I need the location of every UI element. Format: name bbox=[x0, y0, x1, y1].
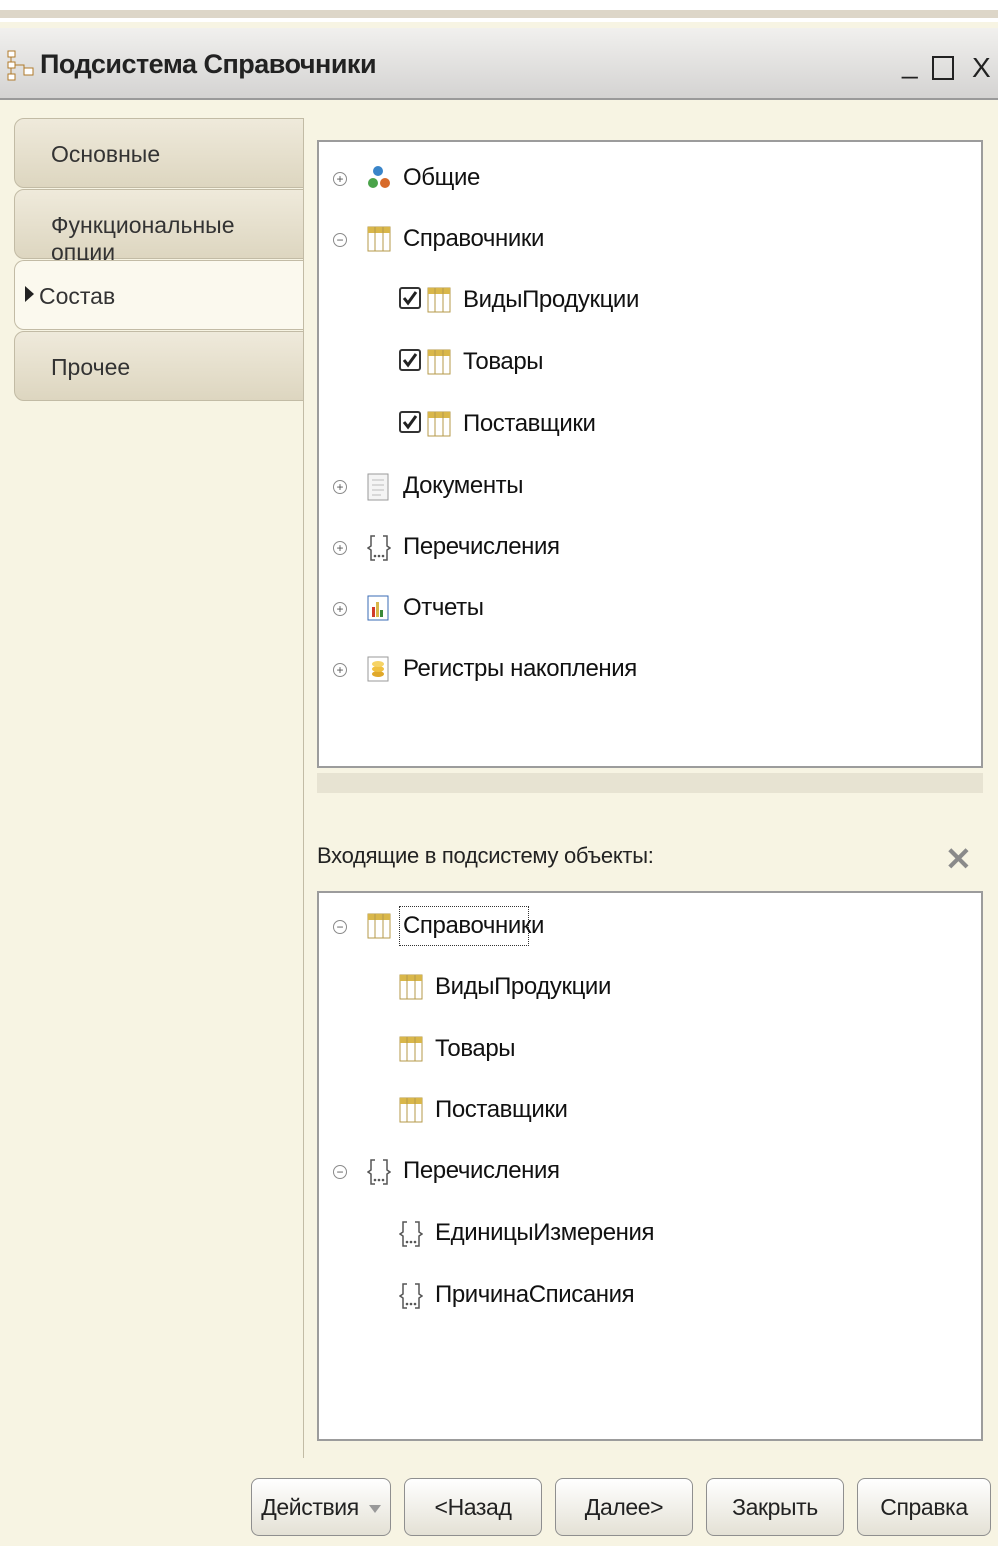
back-button[interactable]: <Назад bbox=[404, 1478, 542, 1536]
panel-splitter[interactable] bbox=[317, 773, 983, 793]
top-divider bbox=[0, 10, 998, 18]
title-bar: Подсистема Справочники _ X bbox=[0, 28, 998, 100]
expand-icon[interactable]: + bbox=[333, 480, 347, 494]
tree-node-label: Товары bbox=[463, 348, 544, 375]
common-objects-icon bbox=[368, 166, 390, 188]
tree-node-label: Перечисления bbox=[403, 533, 560, 560]
active-tab-marker-icon bbox=[25, 286, 34, 302]
tab-osnovnye[interactable]: Основные bbox=[14, 118, 304, 188]
included-objects-label: Входящие в подсистему объекты: bbox=[317, 843, 654, 868]
expand-icon[interactable]: + bbox=[333, 663, 347, 677]
collapse-icon[interactable]: − bbox=[333, 233, 347, 247]
included-objects-tree[interactable]: − Справочники ВидыПродукции Товары Поста… bbox=[317, 891, 983, 1441]
enum-icon bbox=[399, 1283, 423, 1309]
catalog-icon bbox=[427, 349, 451, 375]
next-button[interactable]: Далее> bbox=[555, 1478, 693, 1536]
tab-label: Основные bbox=[51, 141, 161, 167]
report-icon bbox=[367, 595, 389, 621]
catalog-icon bbox=[427, 287, 451, 313]
metadata-tree[interactable]: + Общие − Справочники ВидыПродукции Това… bbox=[317, 140, 983, 768]
tree-node-label: ВидыПродукции bbox=[435, 973, 611, 1000]
tree-node-label: Поставщики bbox=[463, 410, 596, 437]
catalog-icon bbox=[427, 411, 451, 437]
tree-node-label: Справочники bbox=[403, 912, 544, 939]
tab-list: Основные Функциональные опции Состав Про… bbox=[14, 118, 304, 402]
close-window-button[interactable]: X bbox=[972, 52, 991, 84]
include-checkbox[interactable] bbox=[399, 349, 421, 371]
tab-prochee[interactable]: Прочее bbox=[14, 331, 304, 401]
catalog-icon bbox=[367, 226, 391, 252]
chevron-down-icon bbox=[368, 1504, 381, 1513]
tree-node-label: ПричинаСписания bbox=[435, 1281, 635, 1308]
enum-icon bbox=[367, 535, 391, 561]
checkmark-icon bbox=[402, 353, 418, 368]
catalog-icon bbox=[399, 974, 423, 1000]
tree-node-label: Поставщики bbox=[435, 1096, 568, 1123]
tree-node-label: Регистры накопления bbox=[403, 655, 637, 682]
tree-node-label: ВидыПродукции bbox=[463, 286, 639, 313]
tree-node-label: Документы bbox=[403, 472, 524, 499]
catalog-icon bbox=[399, 1097, 423, 1123]
catalog-icon bbox=[399, 1036, 423, 1062]
include-checkbox[interactable] bbox=[399, 287, 421, 309]
expand-icon[interactable]: + bbox=[333, 602, 347, 616]
checkmark-icon bbox=[402, 415, 418, 430]
tree-node-label: ЕдиницыИзмерения bbox=[435, 1219, 655, 1246]
expand-icon[interactable]: + bbox=[333, 541, 347, 555]
minimize-button[interactable]: _ bbox=[902, 48, 918, 80]
tree-node-label: Перечисления bbox=[403, 1157, 560, 1184]
remove-icon[interactable]: ✕ bbox=[945, 840, 972, 878]
catalog-icon bbox=[367, 913, 391, 939]
tab-label: Функциональные опции bbox=[51, 212, 235, 265]
close-button[interactable]: Закрыть bbox=[706, 1478, 844, 1536]
actions-label: Действия bbox=[261, 1494, 359, 1520]
collapse-icon[interactable]: − bbox=[333, 920, 347, 934]
tab-label: Состав bbox=[39, 283, 116, 309]
actions-button[interactable]: Действия bbox=[251, 1478, 391, 1536]
maximize-button[interactable] bbox=[932, 56, 954, 80]
tab-label: Прочее bbox=[51, 354, 131, 380]
tree-node-label: Отчеты bbox=[403, 594, 484, 621]
tab-sostav[interactable]: Состав bbox=[14, 260, 304, 330]
document-icon bbox=[367, 473, 389, 501]
help-button[interactable]: Справка bbox=[857, 1478, 991, 1536]
enum-icon bbox=[399, 1221, 423, 1247]
top-strip bbox=[0, 0, 998, 22]
accumulation-register-icon bbox=[367, 656, 389, 682]
button-bar: Действия <Назад Далее> Закрыть Справка bbox=[0, 1476, 998, 1546]
checkmark-icon bbox=[402, 291, 418, 306]
tab-functional-options[interactable]: Функциональные опции bbox=[14, 189, 304, 265]
subsystem-icon bbox=[7, 50, 34, 81]
include-checkbox[interactable] bbox=[399, 411, 421, 433]
expand-icon[interactable]: + bbox=[333, 172, 347, 186]
enum-icon bbox=[367, 1159, 391, 1185]
tree-node-label: Товары bbox=[435, 1035, 516, 1062]
tree-node-label: Общие bbox=[403, 164, 480, 191]
tree-node-label: Справочники bbox=[403, 225, 544, 252]
window-title: Подсистема Справочники bbox=[40, 49, 377, 79]
collapse-icon[interactable]: − bbox=[333, 1165, 347, 1179]
